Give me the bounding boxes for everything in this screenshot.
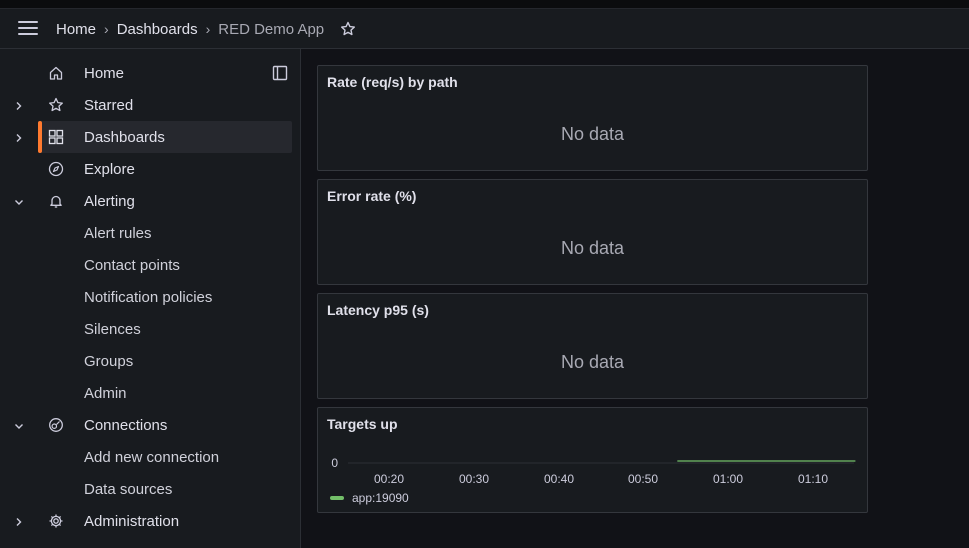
sidebar-item-silences[interactable]: Silences [38,313,292,345]
top-bar: Home › Dashboards › RED Demo App [0,9,969,49]
legend-item[interactable]: app:19090 [330,491,409,505]
chevron-down-icon[interactable] [13,419,25,431]
sidebar-item-label: Contact points [84,256,180,274]
no-data-message: No data [560,352,625,372]
sidebar-item-notification-policies[interactable]: Notification policies [38,281,292,313]
panel-rate-by-path[interactable]: Rate (req/s) by path No data [317,65,868,171]
panel-error-rate[interactable]: Error rate (%) No data [317,179,868,285]
x-tick-label: 01:00 [713,472,743,486]
chevron-right-icon[interactable] [13,131,25,143]
sidebar-item-label: Silences [84,320,141,338]
y-tick-label: 0 [331,456,338,470]
sidebar-item-label: Dashboards [84,128,165,146]
bell-icon [48,193,64,209]
sidebar-item-explore[interactable]: Explore [38,153,292,185]
star-icon[interactable] [340,21,356,37]
x-tick-label: 00:50 [628,472,658,486]
breadcrumb-current: RED Demo App [218,20,325,38]
dashboards-icon [48,129,64,145]
sidebar-item-label: Notification policies [84,288,213,306]
menu-icon[interactable] [18,21,38,37]
sidebar-item-dashboards[interactable]: Dashboards [38,121,292,153]
breadcrumb-home[interactable]: Home [56,21,96,38]
legend-label: app:19090 [352,491,409,505]
compass-icon [48,161,64,177]
sidebar-item-alert-rules[interactable]: Alert rules [38,217,292,249]
sidebar-item-connections[interactable]: Connections [38,409,292,441]
chevron-right-icon[interactable] [13,99,25,111]
chevron-right-icon: › [205,21,211,37]
chevron-right-icon[interactable] [13,515,25,527]
panel-latency-p95[interactable]: Latency p95 (s) No data [317,293,868,399]
no-data-message: No data [560,124,625,144]
chevron-right-icon: › [104,21,109,37]
x-tick-label: 00:30 [459,472,489,486]
sidebar-item-label: Alerting [84,192,135,210]
panel-title[interactable]: Latency p95 (s) [327,302,429,318]
no-data-message: No data [560,238,625,258]
x-tick-label: 00:40 [544,472,574,486]
sidebar-item-label: Home [84,64,125,82]
sidebar-item-label: Connections [84,416,168,434]
sidebar-item-label: Explore [84,160,135,178]
x-tick-label: 00:20 [374,472,404,486]
connections-icon [48,417,64,433]
panel-title[interactable]: Error rate (%) [327,188,416,204]
sidebar-item-label: Administration [84,512,180,530]
sidebar-item-starred[interactable]: Starred [38,89,292,121]
legend-swatch [330,496,344,500]
sidebar-item-administration[interactable]: Administration [38,505,292,537]
sidebar-item-contact-points[interactable]: Contact points [38,249,292,281]
sidebar-item-add-new-connection[interactable]: Add new connection [38,441,292,473]
sidebar-item-label: Starred [84,96,134,114]
home-icon [48,65,64,81]
breadcrumb-dashboards[interactable]: Dashboards [117,21,198,38]
chevron-down-icon[interactable] [13,195,25,207]
sidebar-item-alerting[interactable]: Alerting [38,185,292,217]
sidebar-item-label: Alert rules [84,224,152,242]
sidebar-item-label: Admin [84,384,127,402]
sidebar-item-label: Data sources [84,480,173,498]
breadcrumb: Home › Dashboards › RED Demo App [56,9,356,49]
sidebar: Home Starred Dashboards Explore Alerting [0,49,301,548]
panel-targets-up[interactable]: Targets up 0 00:20 00:30 00:40 00:50 01:00 01:… [317,407,868,513]
panel-title[interactable]: Rate (req/s) by path [327,74,458,90]
sidebar-item-admin[interactable]: Admin [38,377,292,409]
sidebar-item-label: Add new connection [84,448,220,466]
sidebar-item-groups[interactable]: Groups [38,345,292,377]
gear-icon [48,513,64,529]
x-tick-label: 01:10 [798,472,828,486]
window-top-strip [0,0,969,9]
sidebar-item-label: Groups [84,352,134,370]
sidebar-item-data-sources[interactable]: Data sources [38,473,292,505]
sidebar-item-home[interactable]: Home [38,57,292,89]
star-icon [48,97,64,113]
